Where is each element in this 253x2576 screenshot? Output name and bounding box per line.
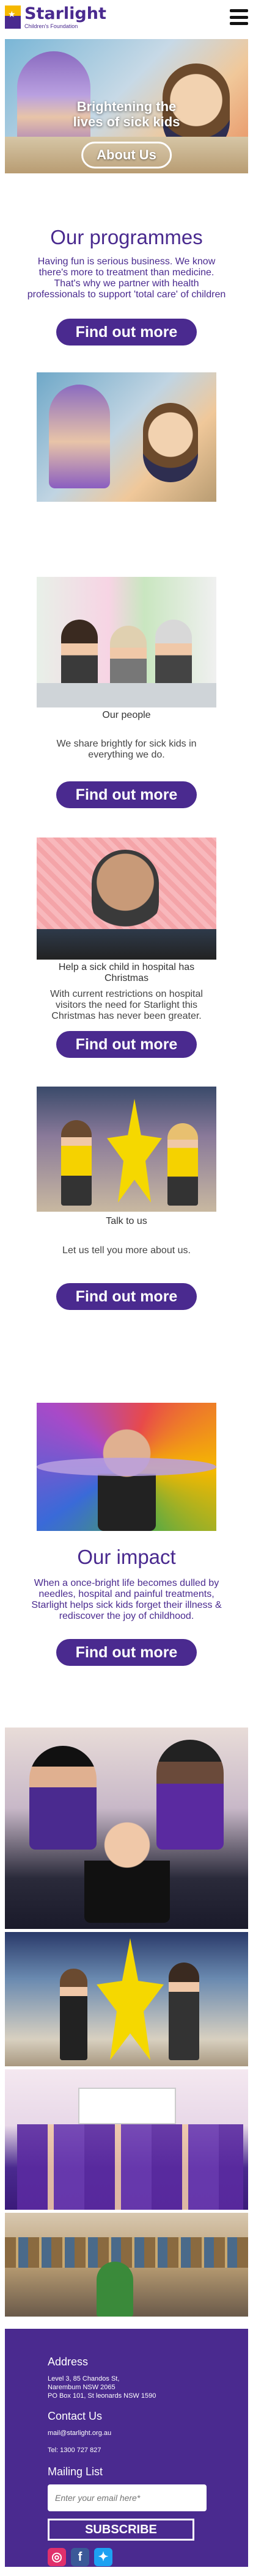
brand-name: Starlight [24,4,106,23]
christmas-text: With current restrictions on hospital vi… [50,989,203,1021]
gallery-photo-2 [5,1932,248,2066]
impact-find-out-more-button[interactable]: Find out more [56,1639,197,1666]
talk-to-us-caption: Talk to us [106,1216,147,1226]
about-us-button[interactable]: About Us [81,142,172,168]
address-line-3: PO Box 101, St leonards NSW 1590 [48,2392,156,2400]
christmas-caption: Help a sick child in hospital has Christ… [58,962,195,983]
subscribe-button[interactable]: SUBSCRIBE [48,2519,194,2541]
talk-to-us-text: Let us tell you more about us. [62,1245,191,1256]
gallery-photo-3 [5,2069,248,2210]
site-header: ★ Starlight Children's Foundation [0,0,253,34]
contact-email[interactable]: mail@starlight.org.au [48,2429,205,2437]
hero-headline: Brightening the lives of sick kids [73,99,180,129]
page: ★ Starlight Children's Foundation Bright… [0,0,253,2576]
people-find-out-more-button[interactable]: Find out more [56,781,197,808]
programmes-title: Our programmes [50,226,203,248]
mailing-list-heading: Mailing List [48,2466,103,2478]
programmes-photo [37,372,216,502]
gallery-photo-1 [5,1728,248,1929]
christmas-find-out-more-button[interactable]: Find out more [56,1031,197,1058]
our-impact-photo [37,1403,216,1531]
menu-icon[interactable] [230,9,248,25]
star-logo-icon: ★ [5,5,21,29]
address-line-1: Level 3, 85 Chandos St, [48,2375,120,2382]
brand-subtitle: Children's Foundation [24,23,78,29]
address-heading: Address [48,2356,89,2368]
hero-banner: Brightening the lives of sick kids About… [5,39,248,173]
gallery-photo-4 [5,2213,248,2317]
talk-find-out-more-button[interactable]: Find out more [56,1283,197,1310]
our-people-photo [37,577,216,707]
impact-text: When a once-bright life becomes dulled b… [31,1578,222,1621]
our-people-text: We share brightly for sick kids in every… [56,739,197,760]
social-links: ◎ f ✦ [48,2548,205,2566]
instagram-icon[interactable]: ◎ [48,2548,66,2566]
starlight-logo[interactable]: ★ Starlight Children's Foundation [5,5,106,29]
contact-heading: Contact Us [48,2410,103,2422]
our-people-caption: Our people [102,710,151,720]
christmas-photo [37,838,216,960]
twitter-icon[interactable]: ✦ [94,2548,112,2566]
programmes-find-out-more-button[interactable]: Find out more [56,319,197,346]
contact-phone[interactable]: Tel: 1300 727 827 [48,2446,205,2455]
impact-title: Our impact [77,1546,176,1568]
address-line-2: Narembum NSW 2065 [48,2384,116,2391]
programmes-text: Having fun is serious business. We know … [27,256,226,300]
talk-to-us-photo [37,1087,216,1212]
mailing-email-input[interactable] [48,2484,207,2511]
site-footer: Address Level 3, 85 Chandos St, Narembum… [5,2329,248,2567]
facebook-icon[interactable]: f [71,2548,89,2566]
